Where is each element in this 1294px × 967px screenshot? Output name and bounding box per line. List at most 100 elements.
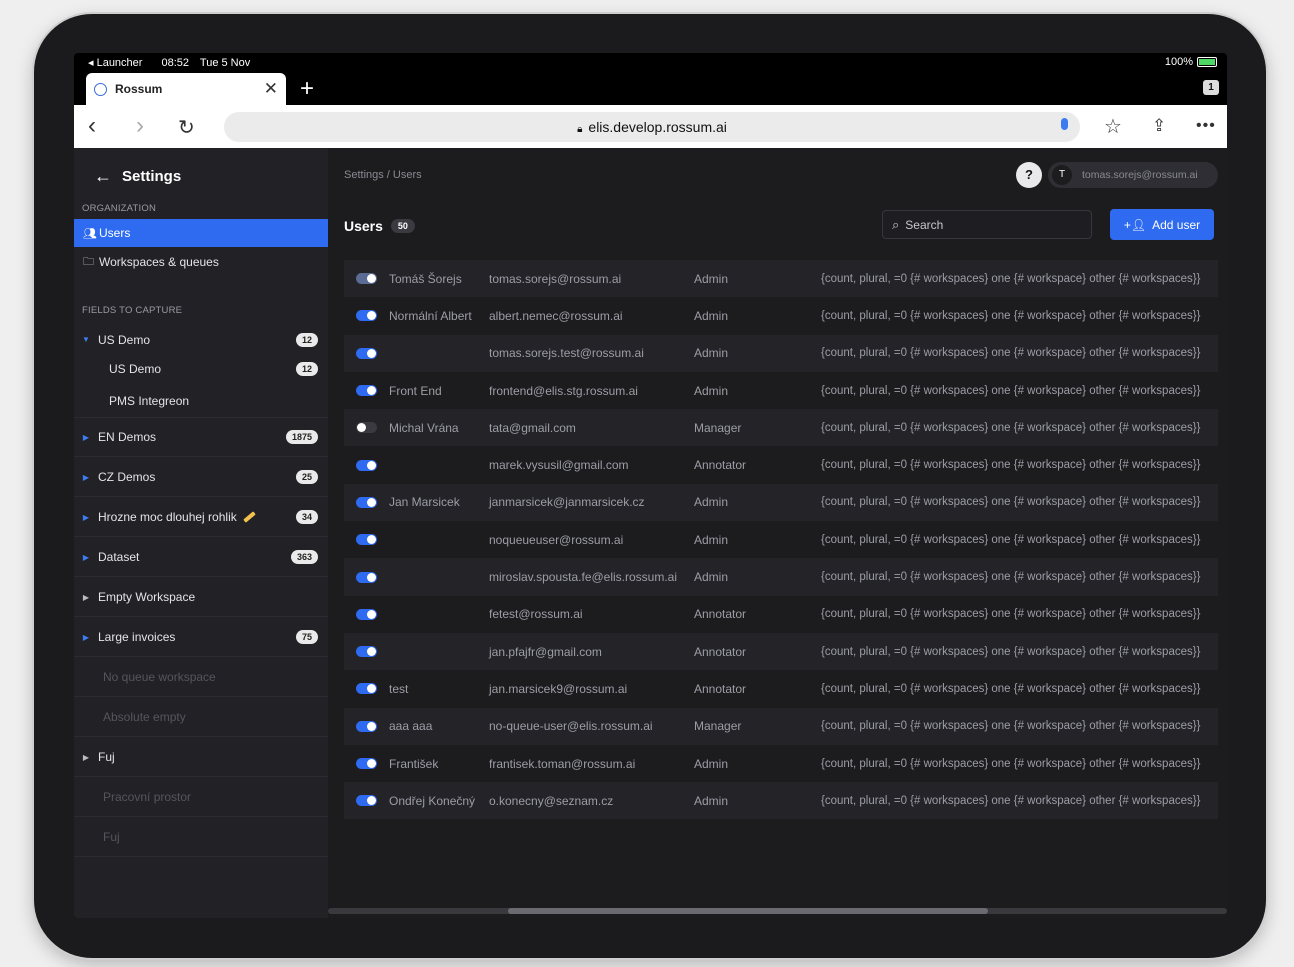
user-email-cell: albert.nemec@rossum.ai: [489, 308, 623, 323]
user-role[interactable]: Annotator: [694, 458, 746, 472]
bookmark-star-icon[interactable]: ☆: [1104, 114, 1122, 139]
active-toggle[interactable]: [356, 720, 377, 732]
table-row[interactable]: Normální Albert albert.nemec@rossum.ai Adm…: [344, 297, 1218, 334]
tab-count-button[interactable]: 1: [1203, 80, 1219, 95]
back-arrow-icon[interactable]: ←: [94, 166, 112, 187]
tree-item-dataset[interactable]: ▶ Dataset 363: [74, 538, 328, 577]
caret-right-icon[interactable]: ▶: [74, 633, 98, 642]
address-bar[interactable]: 🔒︎ elis.develop.rossum.ai: [224, 112, 1080, 142]
user-role[interactable]: Manager: [694, 421, 741, 435]
table-row[interactable]: tomas.sorejs.test@rossum.ai Admin {count, …: [344, 334, 1218, 372]
tree-item-absolute-empty[interactable]: Absolute empty: [74, 698, 328, 737]
users-count-badge: 50: [390, 219, 415, 233]
close-tab-icon[interactable]: ✕: [264, 79, 278, 99]
user-workspaces: {count, plural, =0 {# workspaces} one {#…: [821, 384, 1201, 397]
active-toggle[interactable]: [356, 683, 377, 695]
forward-icon[interactable]: ›: [136, 112, 144, 140]
back-icon[interactable]: ‹: [88, 112, 96, 140]
horizontal-scrollbar[interactable]: [328, 908, 1227, 914]
table-row[interactable]: Front End frontend@elis.stg.rossum.ai Admi…: [344, 372, 1218, 409]
tree-item-hrozne[interactable]: ▶ Hrozne moc dlouhej rohlik 34: [74, 498, 328, 537]
user-email-cell: noqueueuser@rossum.ai: [489, 532, 624, 547]
reload-icon[interactable]: ↻: [178, 115, 195, 140]
user-email-cell: jan.marsicek9@rossum.ai: [489, 681, 628, 696]
active-toggle[interactable]: [356, 422, 377, 434]
active-toggle[interactable]: [356, 534, 377, 546]
tree-item-fuj-2[interactable]: Fuj: [74, 818, 328, 857]
share-icon[interactable]: ⇪: [1152, 116, 1166, 136]
caret-right-icon[interactable]: ▶: [74, 513, 98, 522]
user-role[interactable]: Annotator: [694, 645, 746, 659]
user-role[interactable]: Admin: [694, 794, 728, 808]
new-tab-button[interactable]: +: [300, 75, 314, 103]
app: ← Settings ORGANIZATION 👥︎ Users 🗀 Works…: [74, 148, 1227, 918]
user-email-cell: miroslav.spousta.fe@elis.rossum.ai: [489, 570, 678, 585]
user-role[interactable]: Admin: [694, 384, 728, 398]
active-toggle[interactable]: [356, 496, 377, 508]
user-role[interactable]: Admin: [694, 533, 728, 547]
table-row[interactable]: aaa aaa no-queue-user@elis.rossum.ai Manag…: [344, 707, 1218, 745]
add-user-button[interactable]: +👤︎ Add user: [1110, 209, 1214, 240]
user-role[interactable]: Admin: [694, 346, 728, 360]
table-row[interactable]: Michal Vrána tata@gmail.com Manager {count,…: [344, 409, 1218, 447]
active-toggle[interactable]: [356, 310, 377, 322]
user-menu[interactable]: T tomas.sorejs@rossum.ai: [1048, 162, 1218, 188]
table-row[interactable]: Jan Marsicek janmarsicek@janmarsicek.cz Ad…: [344, 483, 1218, 522]
browser-tab[interactable]: Rossum ✕: [86, 73, 286, 105]
sidebar-item-workspaces[interactable]: 🗀 Workspaces & queues: [74, 248, 328, 276]
active-toggle[interactable]: [356, 347, 377, 359]
search-input[interactable]: ⌕ Search: [882, 210, 1092, 239]
sidebar-item-users[interactable]: 👥︎ Users: [74, 219, 328, 247]
user-role[interactable]: Admin: [694, 309, 728, 323]
active-toggle[interactable]: [356, 758, 377, 769]
microphone-icon[interactable]: [1061, 118, 1068, 130]
table-row[interactable]: Tomáš Šorejs tomas.sorejs@rossum.ai Admin {…: [344, 260, 1218, 298]
tree-subitem-pms-integreon[interactable]: PMS Integreon: [74, 384, 328, 418]
user-role[interactable]: Manager: [694, 719, 741, 733]
caret-right-icon[interactable]: ▶: [74, 553, 98, 562]
table-row[interactable]: miroslav.spousta.fe@elis.rossum.ai Admin {…: [344, 558, 1218, 596]
count-badge: 1875: [285, 430, 318, 444]
tree-item-en-demos[interactable]: ▶ EN Demos 1875: [74, 418, 328, 457]
active-toggle[interactable]: [356, 459, 377, 471]
scrollbar-thumb[interactable]: [508, 908, 988, 914]
folder-icon: 🗀: [83, 255, 94, 268]
tree-item-fuj[interactable]: ▶ Fuj: [74, 738, 328, 777]
tree-item-cz-demos[interactable]: ▶ CZ Demos 25: [74, 458, 328, 497]
user-role[interactable]: Admin: [694, 757, 728, 771]
user-role[interactable]: Admin: [694, 570, 728, 584]
user-name: Jan Marsicek: [389, 495, 460, 510]
user-email-cell: frontend@elis.stg.rossum.ai: [489, 383, 638, 398]
caret-down-icon[interactable]: ▼: [74, 335, 98, 344]
active-toggle[interactable]: [356, 385, 377, 397]
more-icon[interactable]: •••: [1196, 117, 1216, 135]
caret-right-icon[interactable]: ▶: [74, 753, 98, 762]
active-toggle[interactable]: [356, 571, 377, 583]
user-role[interactable]: Annotator: [694, 682, 746, 696]
active-toggle[interactable]: [356, 608, 377, 620]
table-row[interactable]: Ondřej Konečný o.konecny@seznam.cz Admin {c…: [344, 782, 1218, 820]
back-to-app-link[interactable]: ◂ Launcher: [88, 57, 150, 69]
active-toggle[interactable]: [356, 795, 377, 807]
table-row[interactable]: František frantisek.toman@rossum.ai Admin {…: [344, 745, 1218, 782]
active-toggle[interactable]: [356, 273, 377, 285]
caret-right-icon[interactable]: ▶: [74, 593, 98, 602]
table-row[interactable]: test jan.marsicek9@rossum.ai Annotator {cou…: [344, 670, 1218, 707]
table-row[interactable]: marek.vysusil@gmail.com Annotator {count, …: [344, 446, 1218, 483]
tree-item-large-invoices[interactable]: ▶ Large invoices 75: [74, 618, 328, 657]
user-role[interactable]: Admin: [694, 272, 728, 286]
active-toggle[interactable]: [356, 646, 377, 658]
tree-subitem-us-demo[interactable]: US Demo 12: [74, 354, 328, 384]
caret-right-icon[interactable]: ▶: [74, 433, 98, 442]
caret-right-icon[interactable]: ▶: [74, 473, 98, 482]
table-row[interactable]: jan.pfajfr@gmail.com Annotator {count, plu…: [344, 632, 1218, 671]
user-role[interactable]: Admin: [694, 495, 728, 509]
table-row[interactable]: noqueueuser@rossum.ai Admin {count, plural…: [344, 521, 1218, 558]
user-role[interactable]: Annotator: [694, 607, 746, 621]
table-row[interactable]: fetest@rossum.ai Annotator {count, plural,…: [344, 596, 1218, 633]
user-workspaces: {count, plural, =0 {# workspaces} one {#…: [821, 533, 1201, 546]
help-button[interactable]: ?: [1016, 162, 1042, 188]
tree-item-empty-workspace[interactable]: ▶ Empty Workspace: [74, 578, 328, 617]
tree-item-no-queue-workspace[interactable]: No queue workspace: [74, 658, 328, 697]
tree-item-pracovni-prostor[interactable]: Pracovní prostor: [74, 778, 328, 817]
